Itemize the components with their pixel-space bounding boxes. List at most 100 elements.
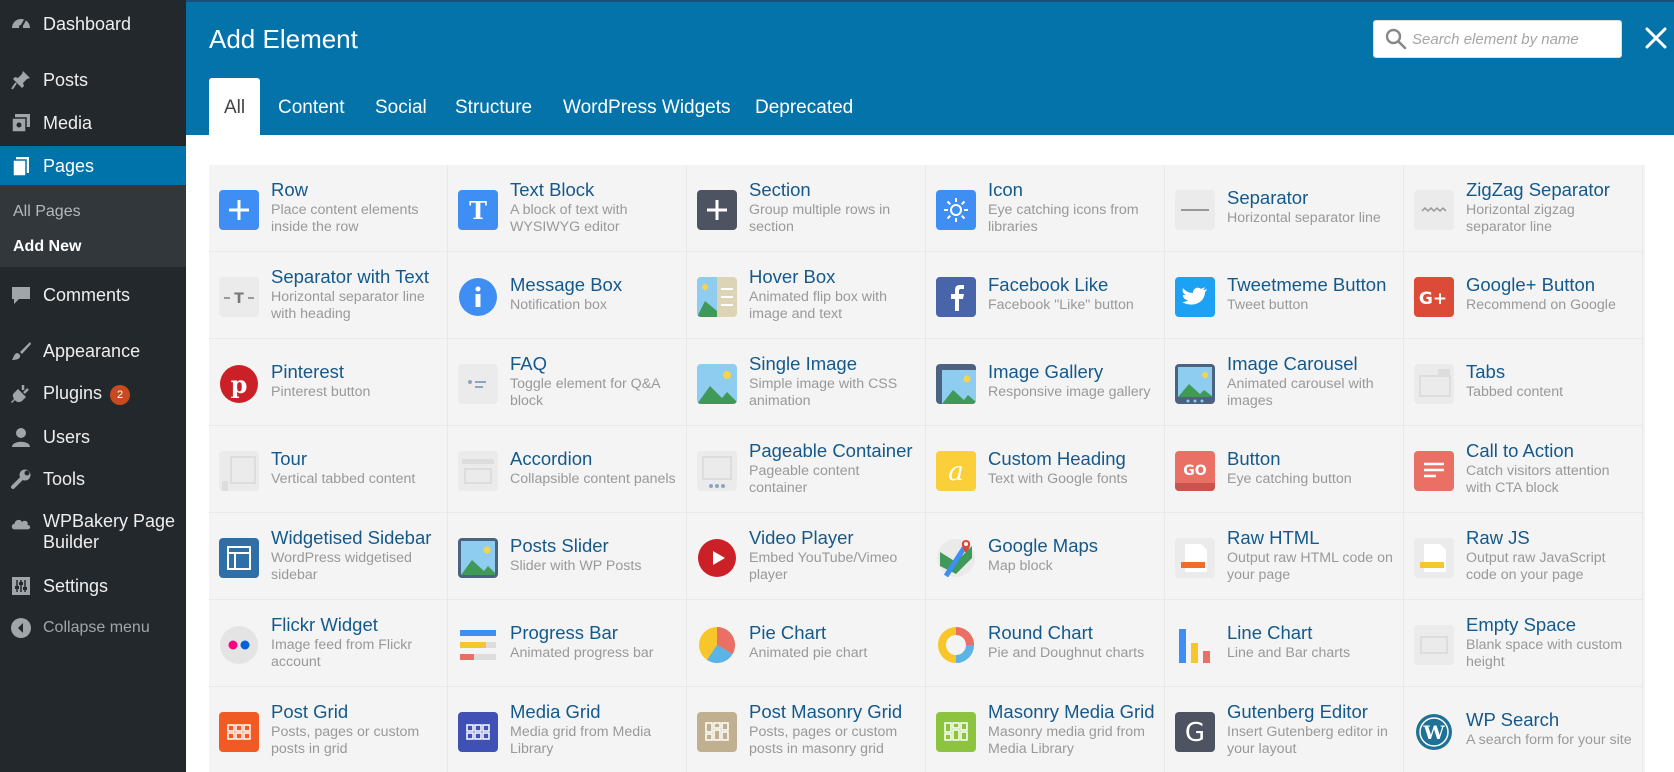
element-description: Posts, pages or custom posts in masonry … [749, 723, 898, 757]
element-name: Empty Space [1466, 613, 1577, 635]
element-posts-slider[interactable]: Posts Slider Slider with WP Posts [448, 513, 687, 600]
sidebar-item-wpbakery[interactable]: WPBakery Page Builder [0, 510, 186, 556]
gutenberg-icon: G [1175, 712, 1215, 752]
tab-all[interactable]: All [209, 78, 261, 137]
collapse-menu-button[interactable]: Collapse menu [0, 610, 186, 646]
element-media-grid[interactable]: Media Grid Media grid from Media Library [448, 687, 687, 772]
close-modal-button[interactable] [1642, 24, 1670, 52]
element-custom-heading[interactable]: a Custom Heading Text with Google fonts [926, 426, 1165, 513]
sidebar-item-appearance[interactable]: Appearance [0, 333, 186, 369]
element-progress-bar[interactable]: Progress Bar Animated progress bar [448, 600, 687, 687]
element-description: Animated carousel with images [1227, 375, 1374, 409]
element-masonry-media-grid[interactable]: Masonry Media Grid Masonry media grid fro… [926, 687, 1165, 772]
element-tweetmeme-button[interactable]: Tweetmeme Button Tweet button [1165, 252, 1404, 339]
element-name: Pinterest [271, 361, 345, 382]
element-google-button[interactable]: G+ Google+ Button Recommend on Google [1404, 252, 1643, 339]
element-hover-box[interactable]: Hover Box Animated flip box with image an… [687, 252, 926, 339]
tab-wordpress-widgets[interactable]: WordPress Widgets [548, 78, 746, 137]
sidebar-item-comments[interactable]: Comments [0, 277, 186, 313]
element-raw-js[interactable]: Raw JS Output raw JavaScript code on your… [1404, 513, 1643, 600]
sidebar-item-media[interactable]: Media [0, 105, 186, 141]
element-name: Text Block [510, 178, 595, 200]
element-description: Pie and Doughnut charts [988, 645, 1145, 661]
element-button[interactable]: GO Button Eye catching button [1165, 426, 1404, 513]
submenu-add-new[interactable]: Add New [13, 238, 81, 256]
element-text: Google Maps Map block [988, 513, 1160, 599]
sidebar-item-label: Posts [43, 69, 89, 90]
go-button-icon: GO [1175, 451, 1215, 491]
element-description: Blank space with custom height [1466, 636, 1623, 670]
element-tabs[interactable]: Tabs Tabbed content [1404, 339, 1643, 426]
submenu-all-pages[interactable]: All Pages [13, 203, 81, 221]
element-post-grid[interactable]: Post Grid Posts, pages or custom posts in… [209, 687, 448, 772]
element-google-maps[interactable]: Google Maps Map block [926, 513, 1165, 600]
element-name: Call to Action [1466, 439, 1574, 461]
element-name: Image Carousel [1227, 352, 1358, 374]
element-text-block[interactable]: T Text Block A block of text with WYSIWYG … [448, 165, 687, 252]
tab-deprecated[interactable]: Deprecated [740, 78, 868, 137]
element-wp-search[interactable]: W WP Search A search form for your site [1404, 687, 1643, 772]
svg-text:G: G [1185, 718, 1205, 748]
element-text: ZigZag Separator Horizontal zigzag separa… [1466, 165, 1638, 251]
element-line-chart[interactable]: Line Chart Line and Bar charts [1165, 600, 1404, 687]
element-text: Round Chart Pie and Doughnut charts [988, 600, 1160, 686]
element-text: Image Carousel Animated carousel with ima… [1227, 339, 1399, 425]
google-plus-icon: G+ [1414, 277, 1454, 317]
tab-content[interactable]: Content [263, 78, 360, 137]
element-zigzag-separator[interactable]: ZigZag Separator Horizontal zigzag separa… [1404, 165, 1643, 252]
element-text: Single Image Simple image with CSS animat… [749, 339, 921, 425]
element-text: Video Player Embed YouTube/Vimeo player [749, 513, 921, 599]
sidebar-item-users[interactable]: Users [0, 419, 186, 455]
element-pie-chart[interactable]: Pie Chart Animated pie chart [687, 600, 926, 687]
element-image-gallery[interactable]: Image Gallery Responsive image gallery [926, 339, 1165, 426]
element-separator[interactable]: Separator Horizontal separator line [1165, 165, 1404, 252]
element-row[interactable]: Row Place content elements inside the row [209, 165, 448, 252]
sidebar-item-pages[interactable]: Pages [0, 146, 186, 186]
tab-social[interactable]: Social [360, 78, 442, 137]
element-gutenberg-editor[interactable]: G Gutenberg Editor Insert Gutenberg editor… [1165, 687, 1404, 772]
tab-structure[interactable]: Structure [440, 78, 547, 137]
element-empty-space[interactable]: Empty Space Blank space with custom heigh… [1404, 600, 1643, 687]
element-image-carousel[interactable]: Image Carousel Animated carousel with ima… [1165, 339, 1404, 426]
element-video-player[interactable]: Video Player Embed YouTube/Vimeo player [687, 513, 926, 600]
pie-chart-icon [697, 625, 737, 665]
element-accordion[interactable]: Accordion Collapsible content panels [448, 426, 687, 513]
element-call-to-action[interactable]: Call to Action Catch visitors attention w… [1404, 426, 1643, 513]
sidebar-item-tools[interactable]: Tools [0, 461, 186, 497]
element-name: WP Search [1466, 709, 1560, 730]
element-tour[interactable]: Tour Vertical tabbed content [209, 426, 448, 513]
sidebar-item-posts[interactable]: Posts [0, 62, 186, 98]
element-icon[interactable]: Icon Eye catching icons from libraries [926, 165, 1165, 252]
element-post-masonry-grid[interactable]: Post Masonry Grid Posts, pages or custom … [687, 687, 926, 772]
element-raw-html[interactable]: Raw HTML Output raw HTML code on your pag… [1165, 513, 1404, 600]
element-widgetised-sidebar[interactable]: Widgetised Sidebar WordPress widgetised s… [209, 513, 448, 600]
element-round-chart[interactable]: Round Chart Pie and Doughnut charts [926, 600, 1165, 687]
element-section[interactable]: Section Group multiple rows in section [687, 165, 926, 252]
element-faq[interactable]: FAQ Toggle element for Q&A block [448, 339, 687, 426]
round-chart-icon [936, 625, 976, 665]
hover-box-icon [697, 277, 737, 317]
sidebar-item-plugins[interactable]: Plugins 2 [0, 376, 186, 412]
raw-js-icon [1414, 538, 1454, 578]
element-text: Accordion Collapsible content panels [510, 426, 682, 512]
element-text: Message Box Notification box [510, 252, 682, 338]
plus-icon [219, 190, 259, 230]
element-single-image[interactable]: Single Image Simple image with CSS animat… [687, 339, 926, 426]
element-facebook-like[interactable]: Facebook Like Facebook "Like" button [926, 252, 1165, 339]
element-pageable-container[interactable]: Pageable Container Pageable content conta… [687, 426, 926, 513]
element-text: WP Search A search form for your site [1466, 687, 1638, 772]
sidebar-item-label: Appearance [43, 340, 141, 361]
plugins-update-badge: 2 [110, 384, 131, 405]
sidebar-item-dashboard[interactable]: Dashboard [0, 6, 186, 42]
element-message-box[interactable]: Message Box Notification box [448, 252, 687, 339]
element-flickr-widget[interactable]: Flickr Widget Image feed from Flickr acco… [209, 600, 448, 687]
element-separator-with-text[interactable]: T Separator with Text Horizontal separator… [209, 252, 448, 339]
flickr-icon [219, 625, 259, 665]
search-input[interactable] [1412, 21, 1617, 57]
element-name: Separator with Text [271, 265, 430, 287]
element-pinterest[interactable]: p Pinterest Pinterest button [209, 339, 448, 426]
sidebar-item-settings[interactable]: Settings [0, 568, 186, 604]
element-description: Pinterest button [271, 384, 371, 400]
play-icon [697, 538, 737, 578]
pushpin-icon [10, 69, 32, 91]
